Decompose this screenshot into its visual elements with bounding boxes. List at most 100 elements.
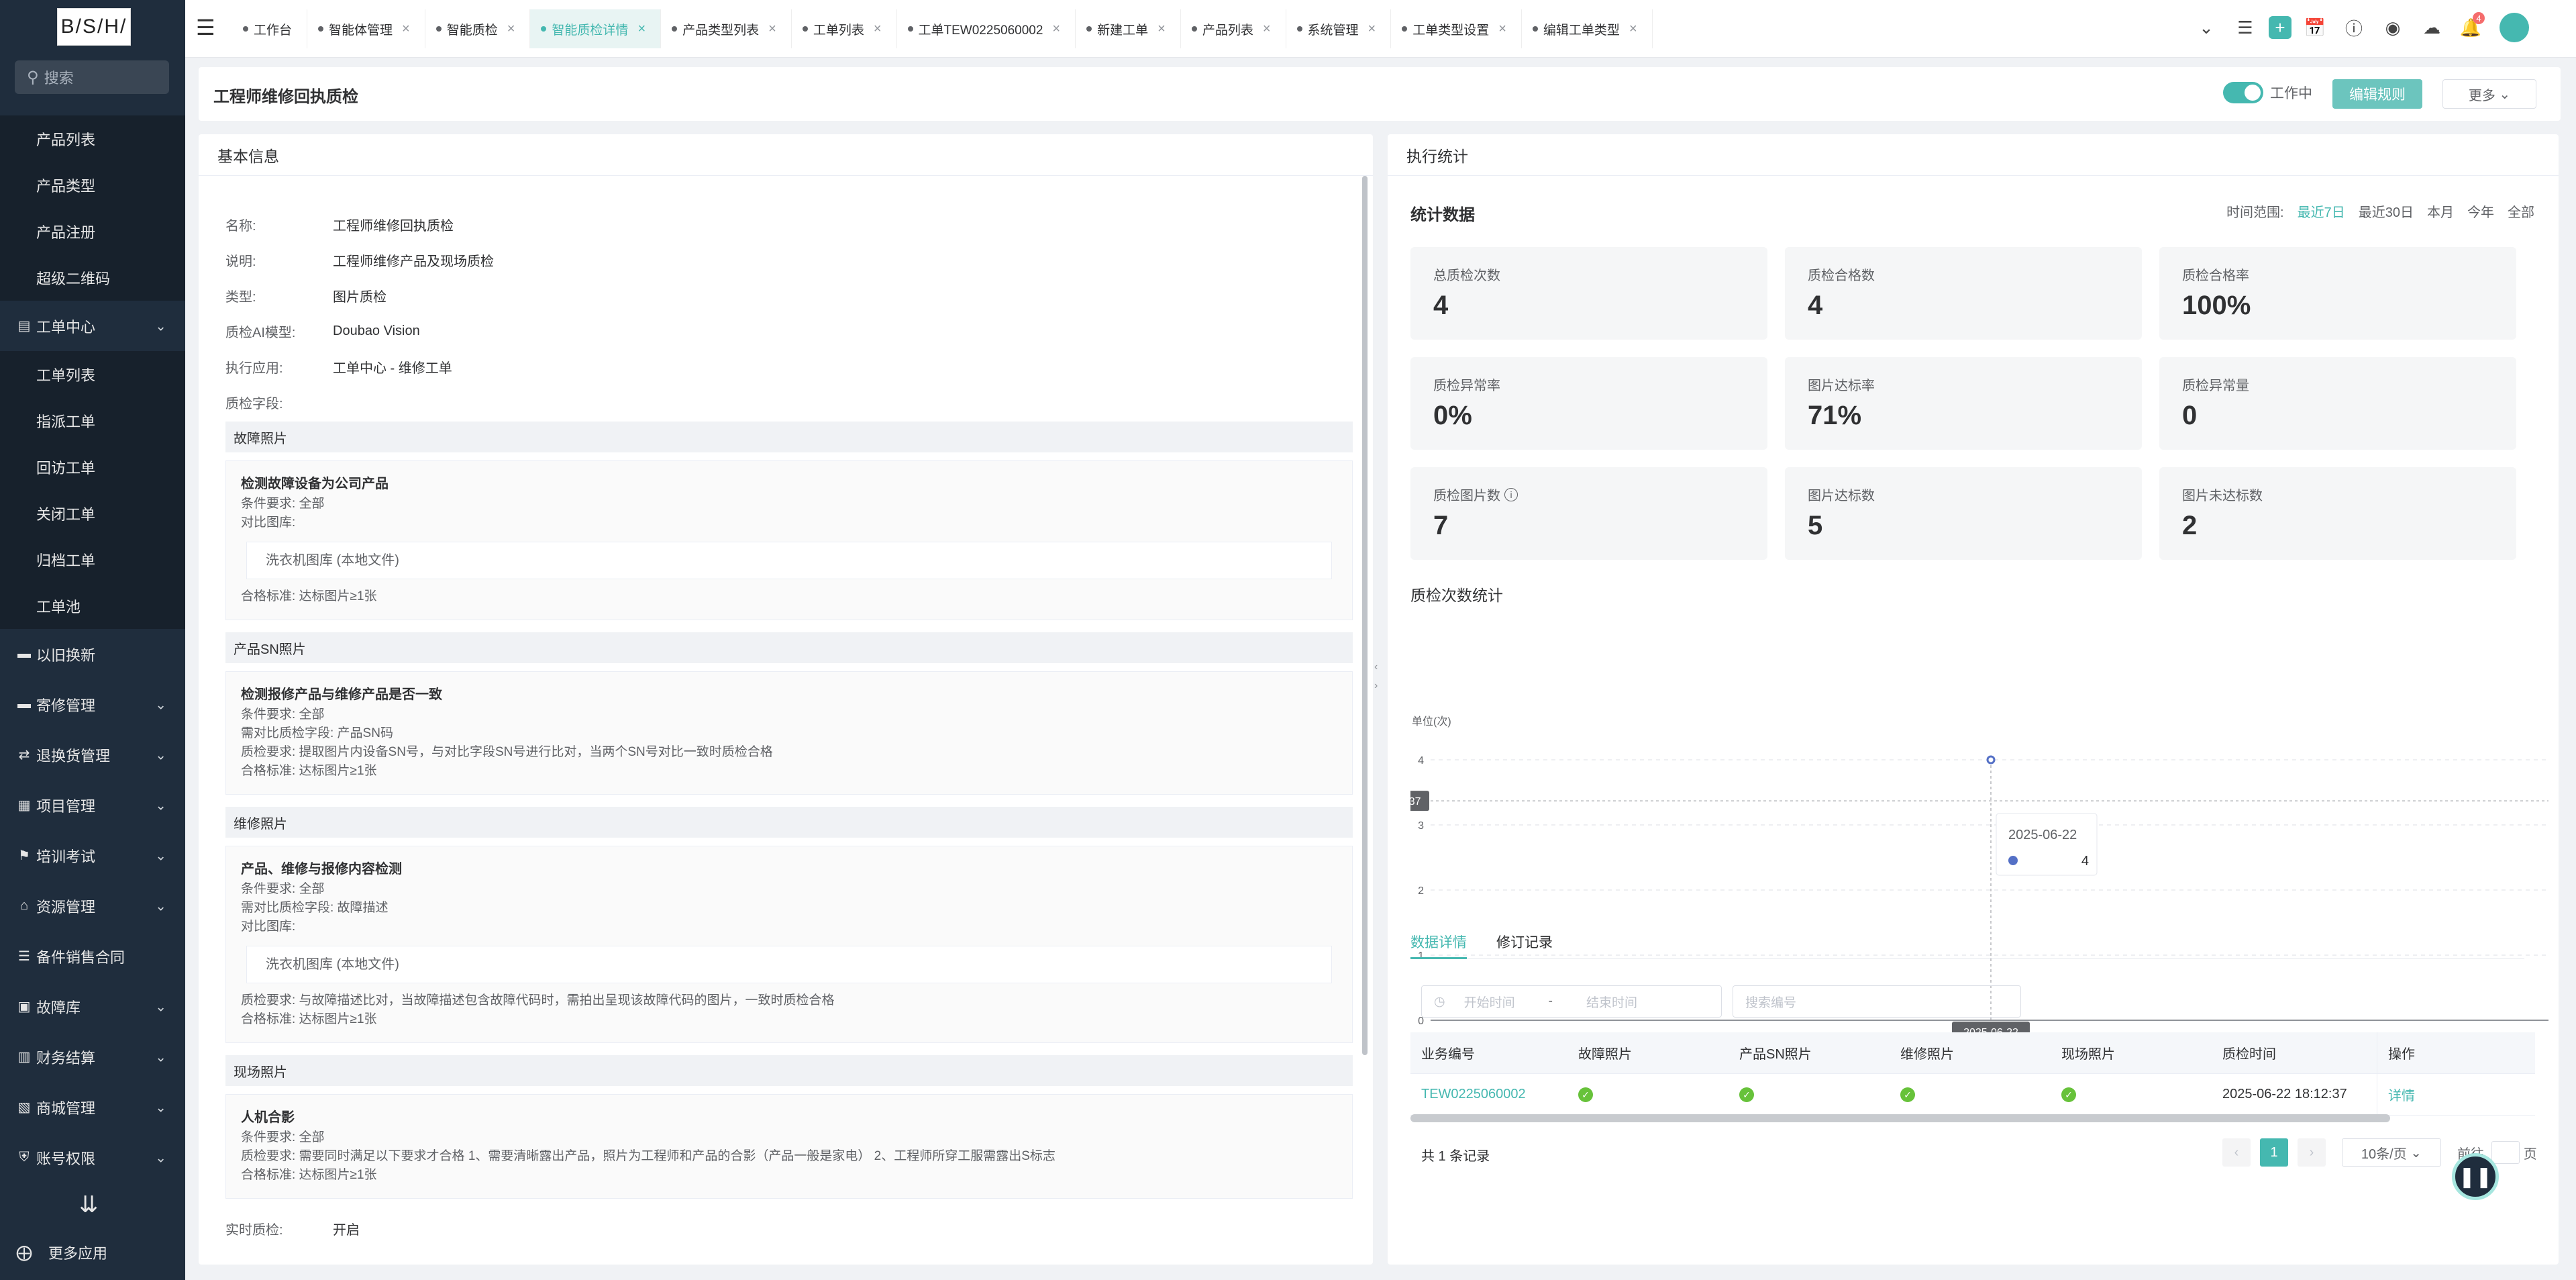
tab-item[interactable]: 产品类型列表 × xyxy=(661,9,792,48)
book-icon: ▣ xyxy=(17,999,31,1014)
detail-tab[interactable]: 数据详情 xyxy=(1410,925,1467,959)
rule-title: 产品、维修与报修内容检测 xyxy=(241,862,402,877)
close-icon[interactable]: × xyxy=(1629,21,1637,37)
sidebar-item[interactable]: 工单列表 xyxy=(0,351,185,397)
calendar-icon[interactable]: 📅 xyxy=(2300,12,2330,43)
more-button[interactable]: 更多 ⌄ xyxy=(2442,79,2536,109)
time-range-option[interactable]: 今年 xyxy=(2467,201,2494,221)
chevron-double-down-icon[interactable]: ⇊ xyxy=(79,1191,99,1218)
more-apps-label: 更多应用 xyxy=(48,1245,108,1262)
edit-rules-button[interactable]: 编辑规则 xyxy=(2332,79,2422,109)
tab-item[interactable]: 智能质检 × xyxy=(425,9,531,48)
sidebar-item[interactable]: ☰ 备件销售合同 xyxy=(0,931,185,981)
sidebar-item[interactable]: ⌂ 资源管理 ⌄ xyxy=(0,881,185,931)
sidebar-item[interactable]: ▧ 商城管理 ⌄ xyxy=(0,1082,185,1132)
bell-icon[interactable]: 🔔 4 xyxy=(2455,12,2486,43)
sidebar-item[interactable]: ⇄ 退换货管理 ⌄ xyxy=(0,730,185,780)
menu-toggle-icon[interactable]: ☰ xyxy=(196,15,215,40)
tab-item[interactable]: 智能体管理 × xyxy=(307,9,425,48)
business-number-link[interactable]: TEW0225060002 xyxy=(1410,1087,1572,1102)
add-icon[interactable]: + xyxy=(2269,16,2291,39)
sidebar-item[interactable]: 回访工单 xyxy=(0,444,185,490)
tab-item[interactable]: 系统管理 × xyxy=(1286,9,1392,48)
list-icon[interactable]: ☰ xyxy=(2230,12,2261,43)
sidebar-item[interactable]: 超级二维码 xyxy=(0,254,185,301)
close-icon[interactable]: × xyxy=(874,21,882,37)
tab-item[interactable]: 工单TEW0225060002 × xyxy=(897,9,1076,48)
stat-label-text: 质检异常率 xyxy=(1433,379,1500,393)
tab-item[interactable]: 工单列表 × xyxy=(792,9,897,48)
close-icon[interactable]: × xyxy=(1052,21,1060,37)
time-range-option[interactable]: 本月 xyxy=(2427,201,2454,221)
help-icon[interactable]: ⓘ xyxy=(2338,12,2369,43)
image-library[interactable]: 洗衣机图库 (本地文件) xyxy=(246,946,1332,983)
time-range-option[interactable]: 最近7日 xyxy=(2298,201,2345,221)
vertical-scrollbar[interactable] xyxy=(1362,176,1368,1055)
panel-resize-arrows[interactable]: ‹ › xyxy=(1374,658,1385,695)
next-page-button[interactable]: › xyxy=(2298,1138,2326,1167)
tooltip-series-dot xyxy=(2008,856,2018,865)
sidebar-item[interactable]: 指派工单 xyxy=(0,397,185,444)
tab-item[interactable]: 工作台 xyxy=(232,9,308,48)
image-library[interactable]: 洗衣机图库 (本地文件) xyxy=(246,542,1332,579)
theme-icon[interactable]: ◉ xyxy=(2377,12,2408,43)
close-icon[interactable]: × xyxy=(1263,21,1271,37)
tab-item[interactable]: 智能质检详情 × xyxy=(530,9,662,48)
info-key: 类型: xyxy=(225,290,256,305)
sidebar-item[interactable]: ▣ 故障库 ⌄ xyxy=(0,981,185,1032)
close-icon[interactable]: × xyxy=(402,21,410,37)
avatar[interactable] xyxy=(2500,13,2529,42)
tab-item[interactable]: 编辑工单类型 × xyxy=(1522,9,1653,48)
tab-item[interactable]: 产品列表 × xyxy=(1181,9,1286,48)
date-range-picker[interactable]: ◷ 开始时间 - 结束时间 xyxy=(1421,985,1722,1018)
page-header: 工程师维修回执质检 工作中 编辑规则 更多 ⌄ xyxy=(199,67,2561,121)
tab-item[interactable]: 新建工单 × xyxy=(1076,9,1181,48)
sidebar-item[interactable]: 工单池 xyxy=(0,583,185,629)
current-page[interactable]: 1 xyxy=(2260,1138,2288,1167)
chevron-down-icon[interactable]: ⌄ xyxy=(2191,12,2222,43)
close-icon[interactable]: × xyxy=(507,21,515,37)
close-icon[interactable]: × xyxy=(637,21,646,37)
rule-line: 合格标准: 达标图片≥1张 xyxy=(241,1012,377,1026)
panel-title: 执行统计 xyxy=(1388,134,2559,176)
info-value: 工程师维修产品及现场质检 xyxy=(333,254,494,269)
info-icon[interactable]: i xyxy=(1504,487,1518,501)
page-unit: 页 xyxy=(2523,1146,2537,1162)
close-icon[interactable]: × xyxy=(1157,21,1166,37)
sidebar-item[interactable]: ⚑ 培训考试 ⌄ xyxy=(0,830,185,881)
sidebar-item[interactable]: 产品类型 xyxy=(0,162,185,208)
more-apps-button[interactable]: ⨁ 更多应用 xyxy=(16,1242,107,1263)
close-icon[interactable]: × xyxy=(1498,21,1506,37)
cloud-upload-icon[interactable]: ☁ xyxy=(2416,12,2447,43)
sidebar-item[interactable]: 关闭工单 xyxy=(0,490,185,536)
tab-item[interactable]: 工单类型设置 × xyxy=(1391,9,1522,48)
sidebar-item[interactable]: ▬ 以旧换新 xyxy=(0,629,185,679)
search-number-input[interactable]: 搜索编号 xyxy=(1733,985,2021,1018)
sidebar-item-label: 回访工单 xyxy=(36,459,96,477)
prev-page-button[interactable]: ‹ xyxy=(2222,1138,2251,1167)
brand-logo[interactable]: B/S/H/ xyxy=(57,8,131,46)
sidebar-item[interactable]: ▥ 财务结算 ⌄ xyxy=(0,1032,185,1082)
sidebar-item[interactable]: ▦ 项目管理 ⌄ xyxy=(0,780,185,830)
detail-link[interactable]: 详情 xyxy=(2388,1085,2415,1104)
rule-line: 条件要求: 全部 xyxy=(241,497,325,511)
toggle-switch[interactable] xyxy=(2223,82,2263,103)
time-range-option[interactable]: 全部 xyxy=(2508,201,2534,221)
sidebar-search[interactable]: ⚲ 搜索 xyxy=(15,60,169,94)
close-icon[interactable]: × xyxy=(1368,21,1376,37)
horizontal-scrollbar[interactable] xyxy=(1410,1114,2390,1122)
sidebar-item[interactable]: ▬ 寄修管理 ⌄ xyxy=(0,679,185,730)
pause-button[interactable]: ❚❚ xyxy=(2452,1153,2499,1200)
time-range-option[interactable]: 最近30日 xyxy=(2359,201,2414,221)
page-size-select[interactable]: 10条/页 ⌄ xyxy=(2342,1138,2441,1167)
sidebar-item[interactable]: 产品列表 xyxy=(0,115,185,162)
close-icon[interactable]: × xyxy=(768,21,776,37)
sidebar-item[interactable]: ▤ 工单中心 ⌄ xyxy=(0,301,185,351)
sidebar-item[interactable]: 产品注册 xyxy=(0,208,185,254)
sidebar-item[interactable]: ⛨ 账号权限 ⌄ xyxy=(0,1132,185,1183)
goto-input[interactable] xyxy=(2491,1141,2520,1164)
rule-line: 对比图库: xyxy=(241,920,296,934)
detail-tab[interactable]: 修订记录 xyxy=(1496,925,1553,958)
status-toggle[interactable]: 工作中 xyxy=(2223,82,2312,103)
sidebar-item[interactable]: 归档工单 xyxy=(0,536,185,583)
